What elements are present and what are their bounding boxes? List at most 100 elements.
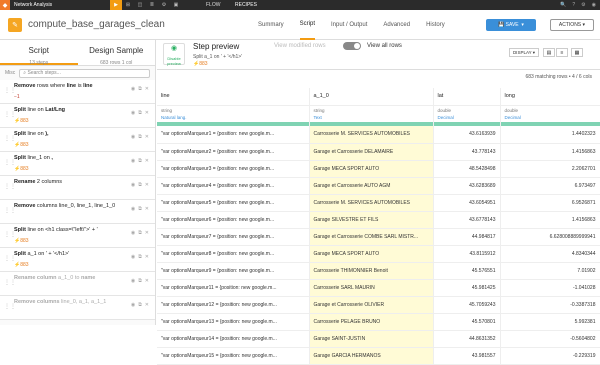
- project-name[interactable]: Network Analysis: [14, 2, 52, 8]
- column-view-icon[interactable]: ≡: [556, 48, 568, 57]
- rows-toggle[interactable]: [343, 42, 361, 50]
- cell-lat[interactable]: 43.981557: [433, 347, 501, 365]
- cell-long[interactable]: -0.5604802: [500, 330, 600, 348]
- copy-icon[interactable]: ⧉: [138, 254, 142, 260]
- cell-line[interactable]: "var optionsMarqueur6 = {position: new g…: [157, 211, 310, 229]
- cell-line[interactable]: "var optionsMarqueur12 = {position: new …: [157, 296, 310, 314]
- col-header-line[interactable]: line: [157, 88, 310, 106]
- copy-icon[interactable]: ⧉: [138, 278, 142, 284]
- drag-handle-icon[interactable]: ⋮⋮: [4, 159, 16, 166]
- cell-lat[interactable]: 43.6778143: [433, 211, 501, 229]
- script-step[interactable]: ⋮⋮ Split a_1 on ' + '</h1>' ⚡883 ◉ ⧉ ✕: [0, 248, 155, 272]
- tab-advanced[interactable]: Advanced: [383, 10, 410, 40]
- copy-icon[interactable]: ⧉: [138, 302, 142, 308]
- script-step[interactable]: ⋮⋮ Split line on ), ⚡883 ◉ ⧉ ✕: [0, 128, 155, 152]
- table-row[interactable]: "var optionsMarqueur5 = {position: new g…: [157, 194, 600, 212]
- table-row[interactable]: "var optionsMarqueur6 = {position: new g…: [157, 211, 600, 229]
- table-row[interactable]: "var optionsMarqueur14 = {position: new …: [157, 330, 600, 348]
- col-header-a-1-0[interactable]: a_1_0: [309, 88, 434, 106]
- display-dropdown[interactable]: DISPLAY ▾: [509, 48, 539, 57]
- cell-a-1-0[interactable]: Carrosserie THIMONNIER Benoit: [309, 262, 434, 280]
- tab-input-output[interactable]: Input / Output: [331, 10, 367, 40]
- script-step[interactable]: ⋮⋮ Remove columns line_0, a_1, a_1_1 ◉ ⧉ ✕: [0, 296, 155, 320]
- tab-summary[interactable]: Summary: [258, 10, 284, 40]
- copy-icon[interactable]: ⧉: [138, 110, 142, 116]
- cell-lat[interactable]: 45.981425: [433, 279, 501, 297]
- meaning-label[interactable]: Text: [314, 114, 429, 121]
- cell-long[interactable]: 1.4156863: [500, 143, 600, 161]
- settings-icon[interactable]: ⚙: [158, 0, 170, 10]
- table-row[interactable]: "var optionsMarqueur13 = {position: new …: [157, 313, 600, 331]
- cell-a-1-0[interactable]: Garage MECA SPORT AUTO: [309, 160, 434, 178]
- play-icon[interactable]: ▶: [110, 0, 122, 10]
- cell-line[interactable]: "var optionsMarqueur7 = {position: new g…: [157, 228, 310, 246]
- drag-handle-icon[interactable]: ⋮⋮: [4, 279, 16, 286]
- cell-line[interactable]: "var optionsMarqueur9 = {position: new g…: [157, 262, 310, 280]
- step-search-input[interactable]: ⌕ Search steps...: [19, 68, 150, 78]
- notebook-icon[interactable]: ◫: [134, 0, 146, 10]
- cell-a-1-0[interactable]: Carrosserie SARL MAURIN: [309, 279, 434, 297]
- cell-long[interactable]: 4.8340344: [500, 245, 600, 263]
- cell-lat[interactable]: 43.778143: [433, 143, 501, 161]
- cell-lat[interactable]: 43.8115912: [433, 245, 501, 263]
- drag-handle-icon[interactable]: ⋮⋮: [4, 135, 16, 142]
- meaning-label[interactable]: Decimal: [438, 114, 496, 121]
- table-row[interactable]: "var optionsMarqueur9 = {position: new g…: [157, 262, 600, 280]
- copy-icon[interactable]: ⧉: [138, 134, 142, 140]
- table-row[interactable]: "var optionsMarqueur8 = {position: new g…: [157, 245, 600, 263]
- cell-a-1-0[interactable]: Carrosserie M. SERVICES AUTOMOBILES: [309, 126, 434, 144]
- toggle-icon[interactable]: ◉: [131, 278, 135, 284]
- cell-long[interactable]: 6.628008889999941: [500, 228, 600, 246]
- delete-icon[interactable]: ✕: [145, 158, 149, 164]
- delete-icon[interactable]: ✕: [145, 206, 149, 212]
- app-logo-icon[interactable]: ◆: [0, 0, 10, 10]
- help-icon[interactable]: ?: [572, 2, 575, 8]
- table-view-icon[interactable]: ▤: [543, 48, 555, 57]
- script-step[interactable]: ⋮⋮ Rename column a_1_0 to name ◉ ⧉ ✕: [0, 272, 155, 296]
- cell-long[interactable]: -1.041028: [500, 279, 600, 297]
- script-step[interactable]: ⋮⋮ Split line on Lat/Lng ⚡883 ◉ ⧉ ✕: [0, 104, 155, 128]
- table-row[interactable]: "var optionsMarqueur15 = {position: new …: [157, 347, 600, 365]
- copy-icon[interactable]: ⧉: [138, 206, 142, 212]
- cell-a-1-0[interactable]: Garage MECA SPORT AUTO: [309, 245, 434, 263]
- recipes-link[interactable]: RECIPES: [235, 2, 257, 8]
- cell-line[interactable]: "var optionsMarqueur3 = {position: new g…: [157, 160, 310, 178]
- cell-long[interactable]: 1.4402323: [500, 126, 600, 144]
- grid-view-icon[interactable]: ▦: [571, 48, 583, 57]
- delete-icon[interactable]: ✕: [145, 278, 149, 284]
- toggle-icon[interactable]: ◉: [131, 230, 135, 236]
- cell-lat[interactable]: 43.6054951: [433, 194, 501, 212]
- toggle-icon[interactable]: ◉: [131, 86, 135, 92]
- drag-handle-icon[interactable]: ⋮⋮: [4, 111, 16, 118]
- table-row[interactable]: "var optionsMarqueur4 = {position: new g…: [157, 177, 600, 195]
- delete-icon[interactable]: ✕: [145, 302, 149, 308]
- script-step[interactable]: ⋮⋮ Rename 2 columns ◉ ⧉ ✕: [0, 176, 155, 200]
- cell-line[interactable]: "var optionsMarqueur11 = {position: new …: [157, 279, 310, 297]
- cell-line[interactable]: "var optionsMarqueur15 = {position: new …: [157, 347, 310, 365]
- copy-icon[interactable]: ⧉: [138, 230, 142, 236]
- script-step[interactable]: ⋮⋮ Remove columns line_0, line_1, line_1_…: [0, 200, 155, 224]
- flow-link[interactable]: FLOW: [206, 2, 220, 8]
- cell-long[interactable]: -0.3387318: [500, 296, 600, 314]
- avatar[interactable]: ◉: [592, 2, 596, 8]
- delete-icon[interactable]: ✕: [145, 230, 149, 236]
- cell-line[interactable]: "var optionsMarqueur1 = {position: new g…: [157, 126, 310, 144]
- grid-icon[interactable]: ⊞: [122, 0, 134, 10]
- cell-long[interactable]: 6.9526871: [500, 194, 600, 212]
- meaning-label[interactable]: Decimal: [505, 114, 596, 121]
- delete-icon[interactable]: ✕: [145, 134, 149, 140]
- cell-lat[interactable]: 44.8631352: [433, 330, 501, 348]
- drag-handle-icon[interactable]: ⋮⋮: [4, 303, 16, 310]
- gear-icon[interactable]: ⚙: [581, 2, 585, 8]
- cell-line[interactable]: "var optionsMarqueur5 = {position: new g…: [157, 194, 310, 212]
- delete-icon[interactable]: ✕: [145, 86, 149, 92]
- tab-script[interactable]: Script: [299, 10, 316, 40]
- drag-handle-icon[interactable]: ⋮⋮: [4, 87, 16, 94]
- cell-a-1-0[interactable]: Garage et Carrosserie DELAMAIRE: [309, 143, 434, 161]
- cell-a-1-0[interactable]: Garage SAINT-JUSTIN: [309, 330, 434, 348]
- cell-a-1-0[interactable]: Garage SILVESTRE ET FILS: [309, 211, 434, 229]
- cell-lat[interactable]: 44.984817: [433, 228, 501, 246]
- cell-a-1-0[interactable]: Carrosserie PELAGE BRUNO: [309, 313, 434, 331]
- table-row[interactable]: "var optionsMarqueur2 = {position: new g…: [157, 143, 600, 161]
- cell-long[interactable]: 2.2062701: [500, 160, 600, 178]
